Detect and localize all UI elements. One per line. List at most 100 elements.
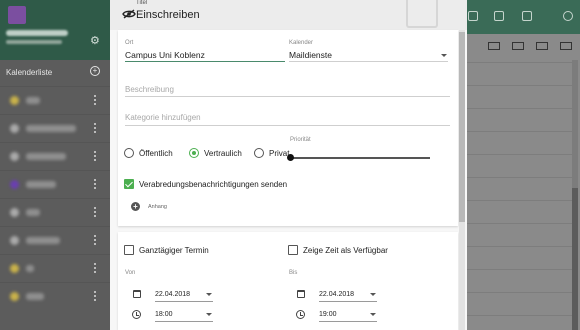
show-available-label: Zeige Zeit als Verfügbar [303, 246, 388, 255]
scrollbar-thumb[interactable] [572, 188, 578, 330]
to-time-input[interactable]: 19:00 [319, 311, 337, 318]
calendar-label: Kalender [289, 40, 314, 46]
calendar-list-item[interactable] [0, 86, 110, 114]
calendar-icon[interactable] [468, 11, 478, 21]
calendar-name-blurred [26, 97, 40, 104]
calendar-color-dot [10, 292, 19, 301]
more-icon[interactable] [94, 291, 97, 301]
grid-line [462, 223, 572, 224]
calendar-name-blurred [26, 209, 40, 216]
calendar-list-item[interactable] [0, 282, 110, 310]
more-icon[interactable] [94, 151, 97, 161]
to-date-underline [319, 301, 377, 302]
calendar-icon [133, 290, 141, 298]
chevron-down-icon[interactable] [206, 313, 212, 316]
calendar-underline [289, 61, 448, 62]
calendar-color-dot [10, 152, 19, 161]
calendar-watermark-icon [406, 0, 438, 28]
calendar-color-dot [10, 180, 19, 189]
details-card: Ort Campus Uni Koblenz Kalender Maildien… [118, 30, 458, 226]
contacts-icon[interactable] [494, 11, 504, 21]
calendar-color-dot [10, 264, 19, 273]
from-time-underline [155, 321, 213, 322]
radio-public-label: Öffentlich [139, 149, 173, 158]
calendar-name-blurred [26, 265, 34, 272]
calendar-color-dot [10, 236, 19, 245]
avatar[interactable] [8, 6, 26, 24]
calendar-list-item[interactable] [0, 198, 110, 226]
clock-icon [296, 310, 305, 319]
dialog-scrollbar-thumb[interactable] [459, 32, 465, 222]
priority-slider-thumb[interactable] [287, 154, 294, 161]
location-input[interactable]: Campus Uni Koblenz [125, 50, 205, 60]
calendar-list-item[interactable] [0, 170, 110, 198]
calendar-name-blurred [26, 237, 60, 244]
priority-label: Priorität [290, 137, 311, 143]
event-title[interactable]: Einschreiben [136, 9, 200, 21]
view-grid-icon[interactable] [560, 42, 572, 50]
more-icon[interactable] [94, 263, 97, 273]
event-dialog: Titel Einschreiben Ort Campus Uni Koblen… [110, 0, 467, 330]
from-date-input[interactable]: 22.04.2018 [155, 291, 190, 298]
chevron-down-icon[interactable] [370, 313, 376, 316]
more-icon[interactable] [94, 179, 97, 189]
add-attachment-icon[interactable]: + [131, 202, 140, 211]
grid-line [462, 269, 572, 270]
all-day-checkbox[interactable] [124, 245, 134, 255]
show-available-checkbox[interactable] [288, 245, 298, 255]
calendar-color-dot [10, 124, 19, 133]
calendar-name-blurred [26, 181, 56, 188]
all-day-label: Ganztägiger Termin [139, 246, 209, 255]
grid-line [462, 292, 572, 293]
calendar-list-item[interactable] [0, 142, 110, 170]
chevron-down-icon[interactable] [206, 293, 212, 296]
calendar-name-blurred [26, 293, 44, 300]
grid-line [462, 177, 572, 178]
view-month-icon[interactable] [536, 42, 548, 50]
mail-icon[interactable] [522, 11, 532, 21]
notify-checkbox[interactable] [124, 179, 134, 189]
calendar-list-title: Kalenderliste [6, 68, 53, 77]
time-card: Ganztägiger Termin Zeige Zeit als Verfüg… [118, 232, 458, 330]
grid-line [462, 154, 572, 155]
calendar-list-item[interactable] [0, 254, 110, 282]
calendar-view-area [462, 0, 580, 330]
radio-confidential[interactable] [189, 148, 199, 158]
sidebar: ⚙ Kalenderliste + [0, 0, 110, 330]
chevron-down-icon[interactable] [441, 54, 447, 57]
to-time-underline [319, 321, 377, 322]
more-icon[interactable] [94, 235, 97, 245]
calendar-list-item[interactable] [0, 226, 110, 254]
from-time-input[interactable]: 18:00 [155, 311, 173, 318]
power-icon[interactable] [563, 11, 573, 21]
attachment-label[interactable]: Anhang [148, 204, 167, 210]
visibility-off-icon[interactable] [122, 9, 136, 19]
description-input[interactable]: Beschreibung [125, 85, 174, 94]
description-underline [125, 96, 450, 97]
to-date-input[interactable]: 22.04.2018 [319, 291, 354, 298]
sidebar-header: ⚙ [0, 0, 110, 60]
view-week-icon[interactable] [512, 42, 524, 50]
more-icon[interactable] [94, 123, 97, 133]
calendar-name-blurred [26, 125, 76, 132]
calendar-color-dot [10, 96, 19, 105]
grid-line [462, 62, 572, 63]
view-list-icon[interactable] [488, 42, 500, 50]
category-input[interactable]: Kategorie hinzufügen [125, 113, 201, 122]
clock-icon [132, 310, 141, 319]
add-calendar-icon[interactable]: + [90, 66, 100, 76]
calendar-list-item[interactable] [0, 114, 110, 142]
grid-line [462, 108, 572, 109]
radio-private[interactable] [254, 148, 264, 158]
more-icon[interactable] [94, 207, 97, 217]
calendar-select[interactable]: Maildienste [289, 50, 332, 60]
chevron-down-icon[interactable] [370, 293, 376, 296]
priority-slider-track[interactable] [290, 157, 430, 159]
from-date-underline [155, 301, 213, 302]
gear-icon[interactable]: ⚙ [90, 34, 100, 47]
grid-line [462, 246, 572, 247]
radio-public[interactable] [124, 148, 134, 158]
user-name-blurred [6, 30, 68, 36]
more-icon[interactable] [94, 95, 97, 105]
calendar-icon [297, 290, 305, 298]
